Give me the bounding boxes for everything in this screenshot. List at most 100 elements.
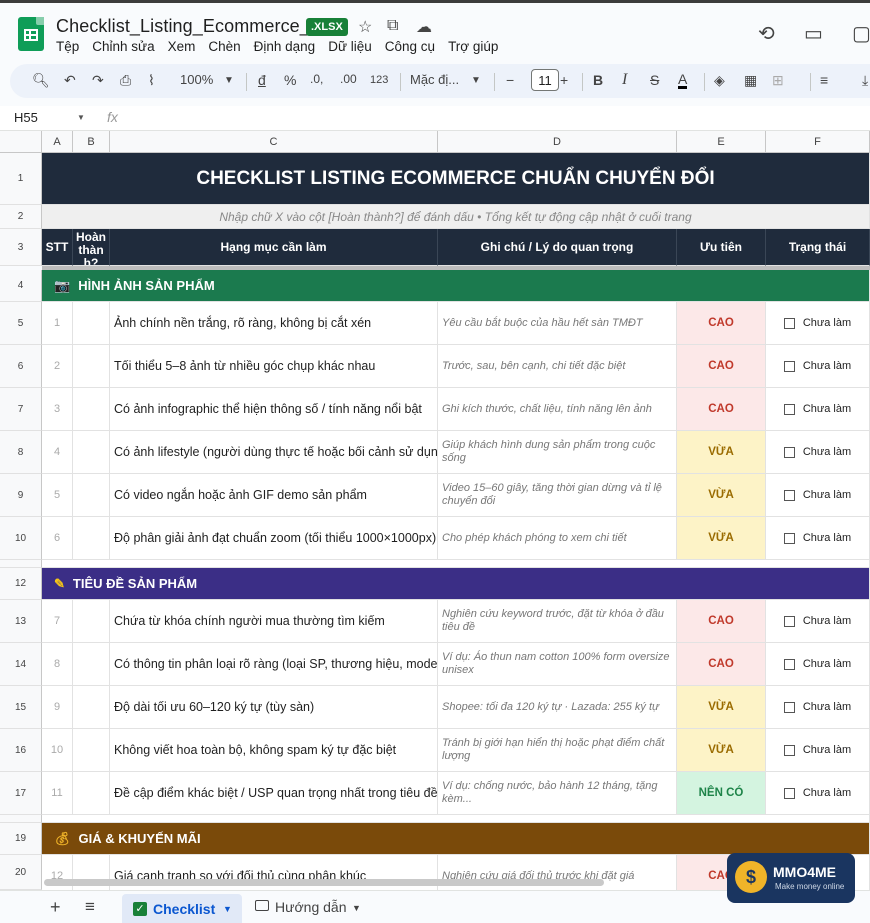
column-header-f[interactable]: F bbox=[766, 131, 870, 153]
spacer-row[interactable] bbox=[42, 815, 870, 823]
meet-icon[interactable]: ▢ bbox=[852, 21, 870, 46]
stt-cell[interactable]: 10 bbox=[42, 729, 73, 772]
vertical-align-icon[interactable]: ⤓ bbox=[862, 72, 868, 89]
note-cell[interactable]: Ví dụ: chống nước, bảo hành 12 tháng, tặ… bbox=[438, 772, 677, 815]
stt-cell[interactable]: 3 bbox=[42, 388, 73, 431]
row-header[interactable]: 4 bbox=[0, 270, 42, 302]
menu-help[interactable]: Trợ giúp bbox=[448, 39, 498, 54]
priority-cell[interactable]: CAO bbox=[677, 302, 766, 345]
tab-checklist[interactable]: ✓ Checklist ▼ bbox=[122, 894, 242, 923]
menu-file[interactable]: Tệp bbox=[56, 39, 79, 54]
priority-cell[interactable]: CAO bbox=[677, 388, 766, 431]
zoom-select[interactable]: 100% bbox=[180, 72, 213, 87]
row-header[interactable]: 11 bbox=[0, 560, 42, 568]
menu-format[interactable]: Định dạng bbox=[254, 39, 316, 54]
stt-cell[interactable]: 8 bbox=[42, 643, 73, 686]
all-sheets-menu-icon[interactable]: ≡ bbox=[85, 897, 95, 917]
add-sheet-icon[interactable]: + bbox=[50, 897, 61, 918]
select-all-corner[interactable] bbox=[0, 131, 42, 153]
stt-cell[interactable]: 7 bbox=[42, 600, 73, 643]
status-cell[interactable]: Chưa làm bbox=[766, 302, 870, 345]
row-header[interactable]: 14 bbox=[0, 643, 42, 686]
status-cell[interactable]: Chưa làm bbox=[766, 686, 870, 729]
row-header[interactable]: 16 bbox=[0, 729, 42, 772]
checkbox[interactable] bbox=[783, 446, 795, 458]
stt-cell[interactable]: 5 bbox=[42, 474, 73, 517]
menu-tools[interactable]: Công cụ bbox=[385, 39, 435, 54]
checkbox[interactable] bbox=[783, 532, 795, 544]
column-header-d[interactable]: D bbox=[438, 131, 677, 153]
redo-icon[interactable]: ↷ bbox=[92, 72, 104, 89]
name-box[interactable]: H55 bbox=[14, 110, 38, 125]
done-cell[interactable] bbox=[73, 772, 110, 815]
checkbox[interactable] bbox=[783, 744, 795, 756]
checkbox[interactable] bbox=[783, 360, 795, 372]
header-note[interactable]: Ghi chú / Lý do quan trọng bbox=[438, 229, 677, 266]
stt-cell[interactable]: 1 bbox=[42, 302, 73, 345]
priority-cell[interactable]: VỪA bbox=[677, 431, 766, 474]
merge-cells-icon[interactable]: ⊞ bbox=[772, 72, 784, 89]
column-header-b[interactable]: B bbox=[73, 131, 110, 153]
checkbox[interactable] bbox=[783, 787, 795, 799]
note-cell[interactable]: Tránh bị giới hạn hiển thị hoặc phạt điể… bbox=[438, 729, 677, 772]
stt-cell[interactable]: 11 bbox=[42, 772, 73, 815]
row-header[interactable]: 10 bbox=[0, 517, 42, 560]
row-header[interactable]: 2 bbox=[0, 205, 42, 229]
menu-edit[interactable]: Chỉnh sửa bbox=[92, 39, 154, 54]
star-icon[interactable]: ☆ bbox=[358, 17, 372, 37]
name-box-chevron-icon[interactable]: ▼ bbox=[77, 113, 85, 122]
done-cell[interactable] bbox=[73, 729, 110, 772]
task-cell[interactable]: Độ phân giải ảnh đạt chuẩn zoom (tối thi… bbox=[110, 517, 438, 560]
decrease-decimal-button[interactable]: .0, bbox=[310, 72, 323, 86]
header-priority[interactable]: Ưu tiên bbox=[677, 229, 766, 266]
note-cell[interactable]: Ví dụ: Áo thun nam cotton 100% form over… bbox=[438, 643, 677, 686]
checkbox[interactable] bbox=[783, 317, 795, 329]
done-cell[interactable] bbox=[73, 302, 110, 345]
fill-color-icon[interactable]: ◈ bbox=[714, 72, 725, 89]
task-cell[interactable]: Không viết hoa toàn bộ, không spam ký tự… bbox=[110, 729, 438, 772]
row-header[interactable]: 18 bbox=[0, 815, 42, 823]
status-cell[interactable]: Chưa làm bbox=[766, 772, 870, 815]
column-header-e[interactable]: E bbox=[677, 131, 766, 153]
priority-cell[interactable]: NÊN CÓ bbox=[677, 772, 766, 815]
task-cell[interactable]: Tối thiểu 5–8 ảnh từ nhiều góc chụp khác… bbox=[110, 345, 438, 388]
strikethrough-button[interactable]: S bbox=[650, 72, 659, 88]
row-header[interactable]: 17 bbox=[0, 772, 42, 815]
spreadsheet-grid[interactable]: CHECKLIST LISTING ECOMMERCE CHUẨN CHUYỂN… bbox=[42, 153, 870, 890]
header-done[interactable]: Hoàn thàn h? bbox=[73, 229, 110, 266]
task-cell[interactable]: Có thông tin phân loại rõ ràng (loại SP,… bbox=[110, 643, 438, 686]
checkbox[interactable] bbox=[783, 658, 795, 670]
status-cell[interactable]: Chưa làm bbox=[766, 388, 870, 431]
increase-decimal-button[interactable]: .00 bbox=[340, 72, 357, 86]
font-chevron-icon[interactable]: ▼ bbox=[471, 75, 481, 86]
checkbox[interactable] bbox=[783, 403, 795, 415]
done-cell[interactable] bbox=[73, 388, 110, 431]
row-header[interactable]: 6 bbox=[0, 345, 42, 388]
menu-insert[interactable]: Chèn bbox=[208, 39, 240, 54]
done-cell[interactable] bbox=[73, 643, 110, 686]
menu-data[interactable]: Dữ liệu bbox=[328, 39, 372, 54]
header-task[interactable]: Hạng mục cần làm bbox=[110, 229, 438, 266]
section-header-images[interactable]: 📷 HÌNH ẢNH SẢN PHẨM bbox=[42, 270, 870, 302]
note-cell[interactable]: Nghiên cứu keyword trước, đặt từ khóa ở … bbox=[438, 600, 677, 643]
undo-icon[interactable]: ↶ bbox=[64, 72, 76, 89]
task-cell[interactable]: Ảnh chính nền trắng, rõ ràng, không bị c… bbox=[110, 302, 438, 345]
priority-cell[interactable]: VỪA bbox=[677, 686, 766, 729]
italic-button[interactable]: I bbox=[622, 71, 627, 89]
horizontal-scrollbar[interactable] bbox=[44, 879, 604, 886]
status-cell[interactable]: Chưa làm bbox=[766, 643, 870, 686]
print-icon[interactable]: ⎙ bbox=[120, 72, 131, 89]
row-header[interactable]: 1 bbox=[0, 153, 42, 205]
document-title[interactable]: Checklist_Listing_Ecommerce_VI bbox=[56, 16, 327, 37]
priority-cell[interactable]: CAO bbox=[677, 345, 766, 388]
currency-format-button[interactable]: đ bbox=[258, 72, 266, 88]
checkbox[interactable] bbox=[783, 701, 795, 713]
row-header[interactable]: 5 bbox=[0, 302, 42, 345]
header-status[interactable]: Trạng thái bbox=[766, 229, 870, 266]
row-header[interactable]: 19 bbox=[0, 823, 42, 855]
font-select[interactable]: Mặc đị... bbox=[410, 72, 459, 87]
row-header[interactable]: 20 bbox=[0, 855, 42, 890]
note-cell[interactable]: Trước, sau, bên cạnh, chi tiết đặc biệt bbox=[438, 345, 677, 388]
tab-chevron-icon[interactable]: ▼ bbox=[223, 904, 232, 914]
tab-chevron-icon[interactable]: ▼ bbox=[352, 903, 361, 913]
